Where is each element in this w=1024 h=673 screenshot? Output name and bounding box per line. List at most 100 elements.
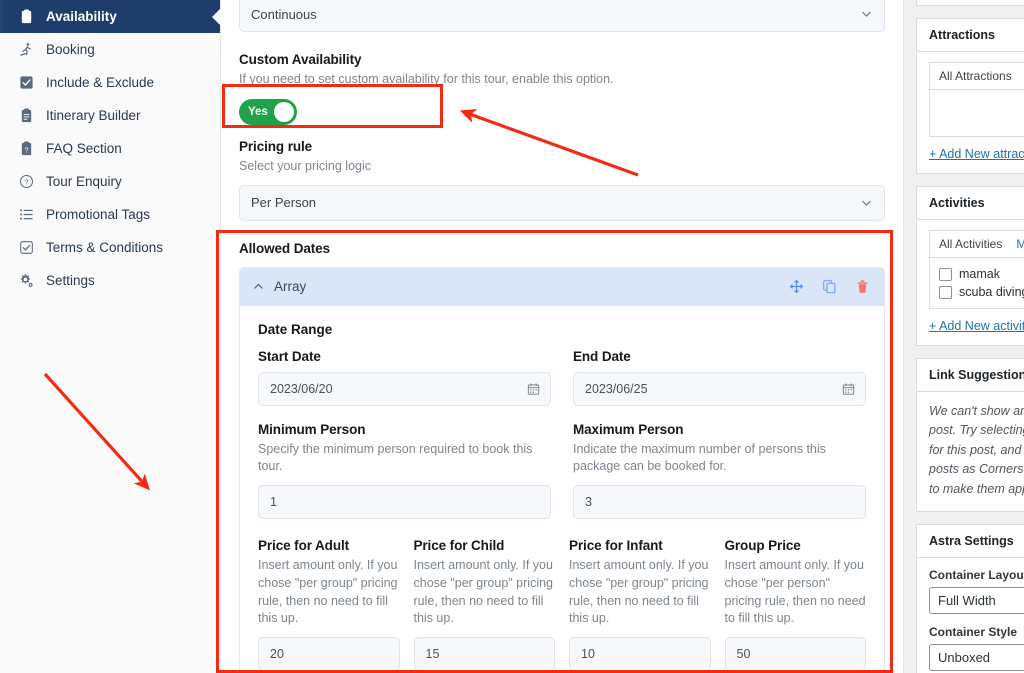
minimum-person-help: Specify the minimum person required to b… — [258, 441, 533, 474]
price-infant-label: Price for Infant — [569, 538, 663, 553]
add-new-attraction-link[interactable]: + Add New attraction — [929, 147, 1024, 161]
price-infant-input[interactable]: 10 — [569, 637, 711, 671]
sidebar-item-tour-enquiry[interactable]: ? Tour Enquiry — [0, 165, 220, 198]
array-header[interactable]: Array — [240, 267, 884, 306]
move-icon[interactable] — [789, 279, 804, 294]
chevron-down-icon — [860, 196, 873, 209]
sidebar-item-faq-section[interactable]: ? FAQ Section — [0, 132, 220, 165]
price-child-label: Price for Child — [413, 538, 505, 553]
duplicate-icon[interactable] — [822, 279, 837, 294]
chevron-up-icon[interactable] — [252, 280, 265, 293]
end-date-label: End Date — [573, 348, 631, 364]
pricing-rule-help: Select your pricing logic — [239, 158, 372, 173]
question-circle-icon: ? — [18, 174, 34, 190]
tab-most-used-activities[interactable]: Most Used — [1016, 237, 1024, 251]
sidebar-item-include-exclude[interactable]: Include & Exclude — [0, 66, 220, 99]
start-date-field: Start Date 2023/06/20 — [258, 349, 551, 406]
end-date-input[interactable]: 2023/06/25 — [573, 371, 866, 406]
pricing-rule-value: Per Person — [251, 195, 317, 210]
end-date-value: 2023/06/25 — [585, 381, 648, 396]
app-screen: Availability Booking Include & Exclude I… — [0, 0, 1024, 673]
checkbox-square-icon — [18, 75, 34, 91]
sidebar-item-label: Settings — [46, 273, 95, 288]
price-adult-label: Price for Adult — [258, 538, 350, 553]
group-price-help: Insert amount only. If you chose "per pe… — [724, 558, 866, 626]
sidebar-item-label: Promotional Tags — [46, 207, 151, 222]
svg-text:?: ? — [24, 145, 28, 154]
activities-tabs-wrap: All Activities Most Used mamak scuba div… — [929, 230, 1024, 309]
container-layout-select[interactable]: Full Width — [929, 586, 1024, 614]
start-date-value: 2023/06/20 — [270, 381, 333, 396]
sidebar-item-itinerary-builder[interactable]: Itinerary Builder — [0, 99, 220, 132]
price-child-input[interactable]: 15 — [413, 637, 555, 671]
price-child-value: 15 — [425, 647, 440, 661]
price-infant-field: Price for Infant Insert amount only. If … — [569, 538, 711, 671]
start-date-label: Start Date — [258, 348, 321, 364]
calendar-icon[interactable] — [527, 382, 540, 395]
availability-type-value: Continuous — [251, 6, 317, 22]
custom-availability-toggle[interactable]: Yes — [239, 98, 297, 125]
list-item[interactable]: mamak — [939, 265, 1024, 283]
price-adult-input[interactable]: 20 — [258, 637, 400, 671]
checkbox-icon[interactable] — [939, 285, 952, 299]
clipboard-list-icon — [18, 108, 34, 124]
maximum-person-field: Maximum Person Indicate the maximum numb… — [573, 422, 866, 519]
price-child-help: Insert amount only. If you chose "per gr… — [413, 558, 554, 626]
availability-type-select[interactable]: Continuous — [239, 0, 885, 32]
tab-all-activities[interactable]: All Activities — [939, 237, 1002, 251]
clipboard-question-icon: ? — [18, 141, 34, 157]
list-item[interactable]: scuba diving — [939, 283, 1024, 301]
checkbox-icon[interactable] — [939, 267, 952, 281]
astra-settings-panel: Astra Settings Container Layout Full Wid… — [916, 523, 1024, 673]
toggle-label: Yes — [248, 105, 268, 118]
sidebar-item-label: Tour Enquiry — [46, 174, 122, 189]
maximum-person-input[interactable]: 3 — [573, 485, 866, 519]
sidebar-item-label: Booking — [46, 42, 95, 57]
minimum-person-input[interactable]: 1 — [258, 485, 551, 519]
sidebar-item-terms-conditions[interactable]: Terms & Conditions — [0, 231, 220, 264]
calendar-icon[interactable] — [842, 382, 855, 395]
group-price-value: 50 — [736, 647, 751, 661]
sidebar-item-label: FAQ Section — [46, 141, 122, 156]
custom-availability-label: Custom Availability — [239, 52, 362, 67]
minimum-person-label: Minimum Person — [258, 421, 366, 437]
list-icon — [18, 207, 34, 223]
minimum-person-value: 1 — [270, 495, 277, 509]
maximum-person-help: Indicate the maximum number of persons t… — [573, 441, 826, 474]
start-date-input[interactable]: 2023/06/20 — [258, 371, 551, 406]
gears-icon — [18, 273, 34, 289]
delete-icon[interactable] — [855, 279, 870, 294]
container-style-select[interactable]: Unboxed — [929, 643, 1024, 671]
chevron-down-icon — [860, 8, 873, 21]
activity-label: scuba diving — [959, 285, 1024, 299]
sidebar-item-label: Terms & Conditions — [46, 240, 164, 255]
sidebar-item-promotional-tags[interactable]: Promotional Tags — [0, 198, 220, 231]
sidebar-item-settings[interactable]: Settings — [0, 264, 220, 297]
add-new-activity-link[interactable]: + Add New activity — [929, 319, 1024, 333]
attractions-title: Attractions — [917, 19, 1024, 52]
sidebar-item-availability[interactable]: Availability — [0, 0, 220, 33]
attractions-panel: Attractions All Attractions Most Used + … — [916, 18, 1024, 174]
tab-all-attractions[interactable]: All Attractions — [939, 69, 1012, 83]
date-range-row: Start Date 2023/06/20 End Date 2023/06/2… — [258, 349, 866, 406]
person-limits-row: Minimum Person Specify the minimum perso… — [258, 421, 866, 519]
pricing-rule-label: Pricing rule — [239, 138, 313, 154]
sidebar-item-label: Availability — [46, 9, 117, 24]
clipboard-icon — [18, 9, 34, 25]
pricing-rule-select[interactable]: Per Person — [239, 184, 885, 221]
custom-availability-help: If you need to set custom availability f… — [239, 72, 614, 86]
link-suggestions-text: We can't show any links for this post. T… — [929, 404, 1024, 496]
sidebar-item-booking[interactable]: Booking — [0, 33, 220, 66]
activity-label: mamak — [959, 267, 1000, 281]
price-infant-help: Insert amount only. If you chose "per gr… — [569, 558, 709, 626]
link-suggestions-title: Link Suggestions — [929, 368, 1024, 382]
price-adult-help: Insert amount only. If you chose "per gr… — [258, 558, 398, 626]
main-settings-panel: Continuous Custom Availability If you ne… — [221, 0, 904, 673]
group-price-input[interactable]: 50 — [724, 637, 866, 671]
svg-text:?: ? — [24, 177, 28, 186]
attractions-list[interactable] — [930, 90, 1024, 136]
array-title: Array — [274, 279, 307, 294]
attractions-tabs-wrap: All Attractions Most Used — [929, 62, 1024, 137]
group-price-field: Group Price Insert amount only. If you c… — [724, 538, 866, 671]
minimum-person-field: Minimum Person Specify the minimum perso… — [258, 421, 551, 519]
